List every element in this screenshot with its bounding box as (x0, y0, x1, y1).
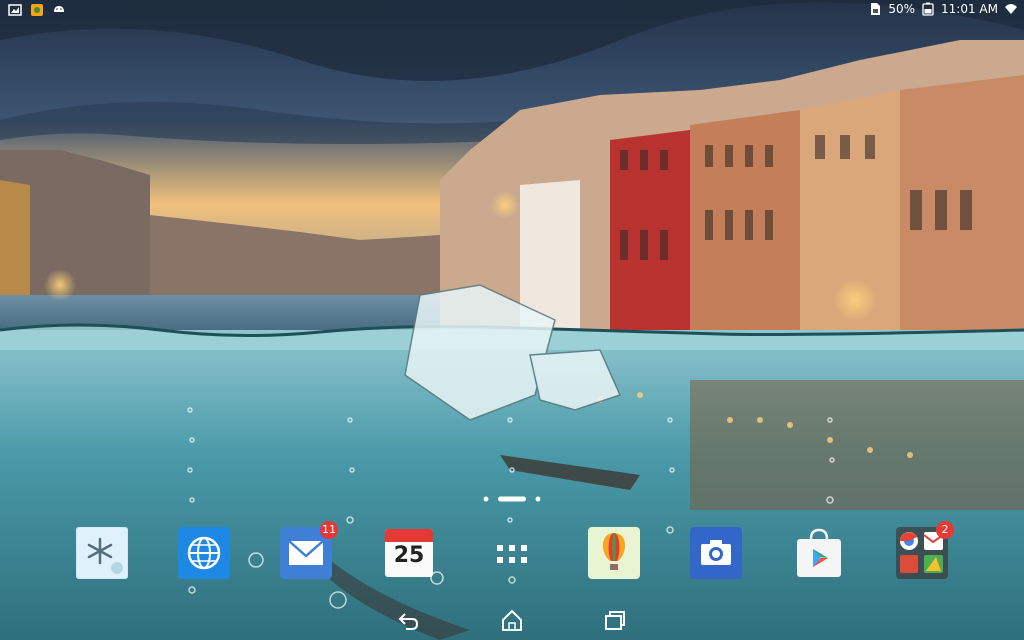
email-badge: 11 (320, 521, 338, 539)
page-dot (535, 496, 541, 502)
home-icon[interactable] (499, 608, 525, 632)
shopping-bag-icon (797, 528, 841, 577)
camera-icon[interactable] (690, 527, 742, 579)
battery-percent: 50% (888, 2, 916, 16)
camera-lens-icon (690, 527, 742, 579)
globe-icon (178, 527, 230, 579)
page-dot-current (498, 496, 526, 502)
app-drawer-icon[interactable] (486, 527, 538, 579)
wifi-icon (1005, 4, 1017, 14)
navigation-bar (0, 600, 1024, 640)
hot-air-balloon-icon (588, 527, 640, 579)
email-icon[interactable]: 11 (280, 521, 338, 579)
page-indicator (483, 496, 541, 502)
play-store-icon[interactable] (793, 527, 845, 579)
balloon-app-icon[interactable] (588, 527, 640, 579)
sim-card-icon (871, 3, 881, 15)
snowflake-icon (75, 526, 129, 580)
back-icon[interactable] (396, 608, 422, 632)
page-dot (483, 496, 489, 502)
android-notification-icon (54, 6, 64, 12)
weather-widget-icon[interactable] (75, 526, 129, 580)
calendar-icon[interactable]: 25 (383, 527, 435, 579)
clock: 11:01 AM (941, 2, 998, 16)
battery-icon (922, 2, 934, 16)
status-bar: 50% 11:01 AM (0, 0, 1024, 20)
folder-badge: 2 (936, 521, 954, 539)
google-folder-icon[interactable]: 2 (896, 521, 954, 579)
grid-dots-icon (497, 545, 527, 563)
home-dock: 11 25 2 (0, 521, 1024, 583)
browser-icon[interactable] (178, 527, 230, 579)
app-notification-icon (31, 4, 43, 16)
calendar-date: 25 (393, 543, 425, 568)
recents-icon[interactable] (602, 608, 628, 632)
gallery-notification-icon (8, 4, 22, 16)
